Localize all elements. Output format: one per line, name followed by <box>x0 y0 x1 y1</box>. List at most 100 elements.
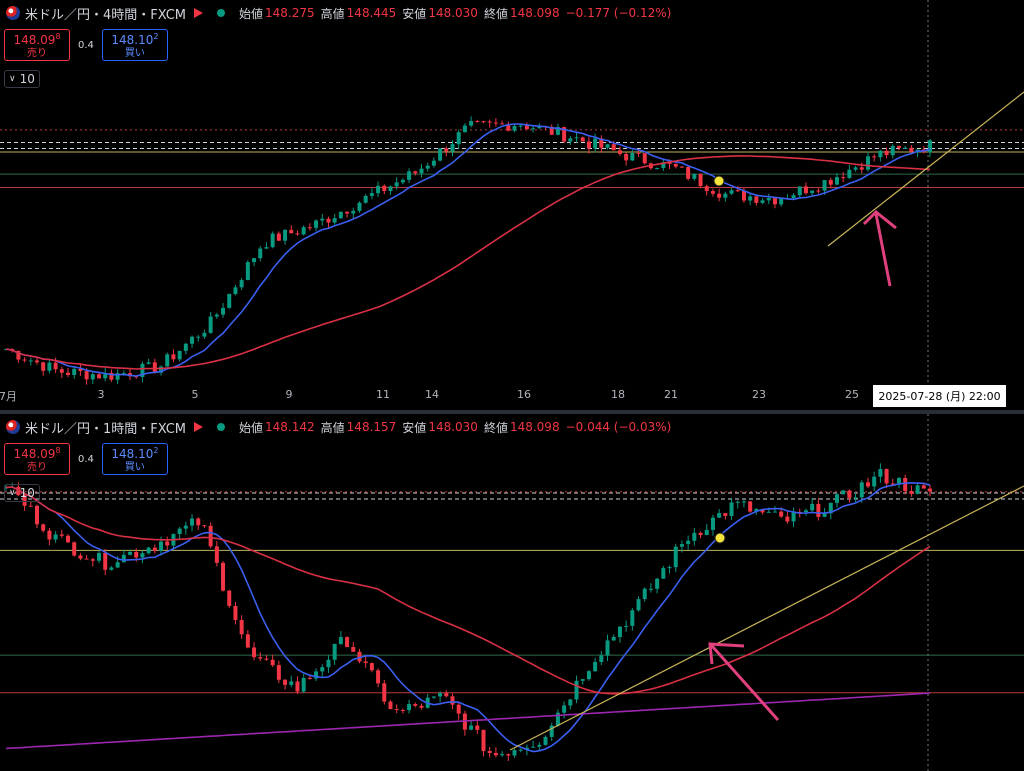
candle-body <box>593 662 598 672</box>
candle-body <box>72 368 77 375</box>
candle-body <box>847 169 852 178</box>
candle-body <box>624 153 629 161</box>
sell-button[interactable]: 148.098 売り <box>4 29 70 61</box>
close-value: 148.098 <box>509 420 560 434</box>
candle-body <box>729 502 734 516</box>
low-value: 148.030 <box>428 6 478 20</box>
candle-body <box>264 658 269 660</box>
flag-marker-icon[interactable] <box>194 8 204 18</box>
ma-purple-line <box>5 692 931 750</box>
candle-body <box>605 144 610 148</box>
candle-body <box>636 599 641 611</box>
candle-body <box>506 754 511 756</box>
candle-body <box>289 681 294 685</box>
candle-body <box>301 677 306 692</box>
candle-body <box>500 123 505 125</box>
candle-body <box>214 314 219 317</box>
candle-body <box>648 588 653 590</box>
candle-body <box>221 307 226 315</box>
candle-body <box>487 750 492 753</box>
indicator-toggle[interactable]: ∨ 10 <box>4 484 40 502</box>
candle-body <box>841 490 846 495</box>
buy-button[interactable]: 148.102 買い <box>101 29 168 61</box>
symbol-title[interactable]: 米ドル／円・4時間・FXCM <box>25 4 186 23</box>
candle-body <box>438 693 443 697</box>
open-value: 148.275 <box>265 6 315 20</box>
spread-value: 0.4 <box>78 453 94 465</box>
candle-body <box>673 163 678 167</box>
candle-body <box>66 372 71 375</box>
candle-body <box>270 659 275 666</box>
candle-body <box>630 610 635 626</box>
candle-body <box>438 148 443 161</box>
candle-body <box>636 152 641 154</box>
indicator-toggle[interactable]: ∨ 10 <box>4 70 40 88</box>
candle-body <box>531 128 536 130</box>
market-status-icon <box>217 423 226 431</box>
candle-body <box>258 248 263 259</box>
candle-body <box>859 482 864 498</box>
candle-body <box>239 280 244 288</box>
candle-body <box>816 190 821 192</box>
sell-label: 売り <box>27 48 47 59</box>
candle-body <box>748 501 753 512</box>
candle-body <box>283 229 288 241</box>
x-tick: 14 <box>425 388 439 401</box>
candle-body <box>152 547 157 551</box>
candle-body <box>853 167 858 170</box>
candle-body <box>679 166 684 168</box>
open-label: 始値 <box>239 420 264 435</box>
candle-body <box>475 121 480 123</box>
chart-pane-4h[interactable]: 米ドル／円・4時間・FXCM 始値 148.275 高値 148.445 安値 … <box>0 0 1024 410</box>
candle-body <box>599 655 604 663</box>
candle-body <box>35 505 40 525</box>
candle-body <box>642 153 647 164</box>
candle-body <box>121 554 126 563</box>
candle-body <box>723 193 728 198</box>
candle-body <box>338 211 343 219</box>
candle-body <box>611 637 616 641</box>
candle-body <box>394 709 399 711</box>
candle-body <box>816 503 821 517</box>
candle-body <box>704 529 709 536</box>
candle-body <box>152 362 157 373</box>
candle-body <box>679 544 684 547</box>
candle-body <box>258 657 263 659</box>
flag-marker-icon[interactable] <box>194 422 204 432</box>
buy-button[interactable]: 148.102 買い <box>101 443 168 475</box>
candle-body <box>177 528 182 535</box>
candle-body <box>413 171 418 174</box>
candle-body <box>642 588 647 600</box>
candle-body <box>686 167 691 179</box>
candle-body <box>97 552 102 561</box>
candle-body <box>140 553 145 558</box>
candle-body <box>834 177 839 185</box>
candle-body <box>797 186 802 196</box>
candle-body <box>208 525 213 547</box>
candle-body <box>456 704 461 714</box>
candle-body <box>115 562 120 568</box>
candle-body <box>363 195 368 203</box>
candle-body <box>345 211 350 214</box>
price-chart-4h[interactable] <box>0 0 1024 410</box>
candle-body <box>165 541 170 546</box>
high-label: 高値 <box>320 6 345 21</box>
candle-body <box>586 671 591 680</box>
candle-body <box>512 126 517 131</box>
candle-body <box>928 140 932 153</box>
candle-body <box>444 148 449 152</box>
candle-body <box>444 693 449 697</box>
candle-body <box>803 510 808 513</box>
candle-body <box>388 701 393 710</box>
ma-short-line <box>5 481 931 753</box>
sell-button[interactable]: 148.098 売り <box>4 443 70 475</box>
candle-body <box>655 168 660 170</box>
high-label: 高値 <box>320 420 345 435</box>
symbol-title[interactable]: 米ドル／円・1時間・FXCM <box>25 418 186 437</box>
candle-body <box>543 736 548 745</box>
legend-4h: 米ドル／円・4時間・FXCM 始値 148.275 高値 148.445 安値 … <box>6 4 677 23</box>
us-jp-flag-icon <box>6 420 20 434</box>
chart-pane-1h[interactable]: 米ドル／円・1時間・FXCM 始値 148.142 高値 148.157 安値 … <box>0 414 1024 771</box>
candle-body <box>103 552 108 570</box>
candle-body <box>72 542 77 556</box>
